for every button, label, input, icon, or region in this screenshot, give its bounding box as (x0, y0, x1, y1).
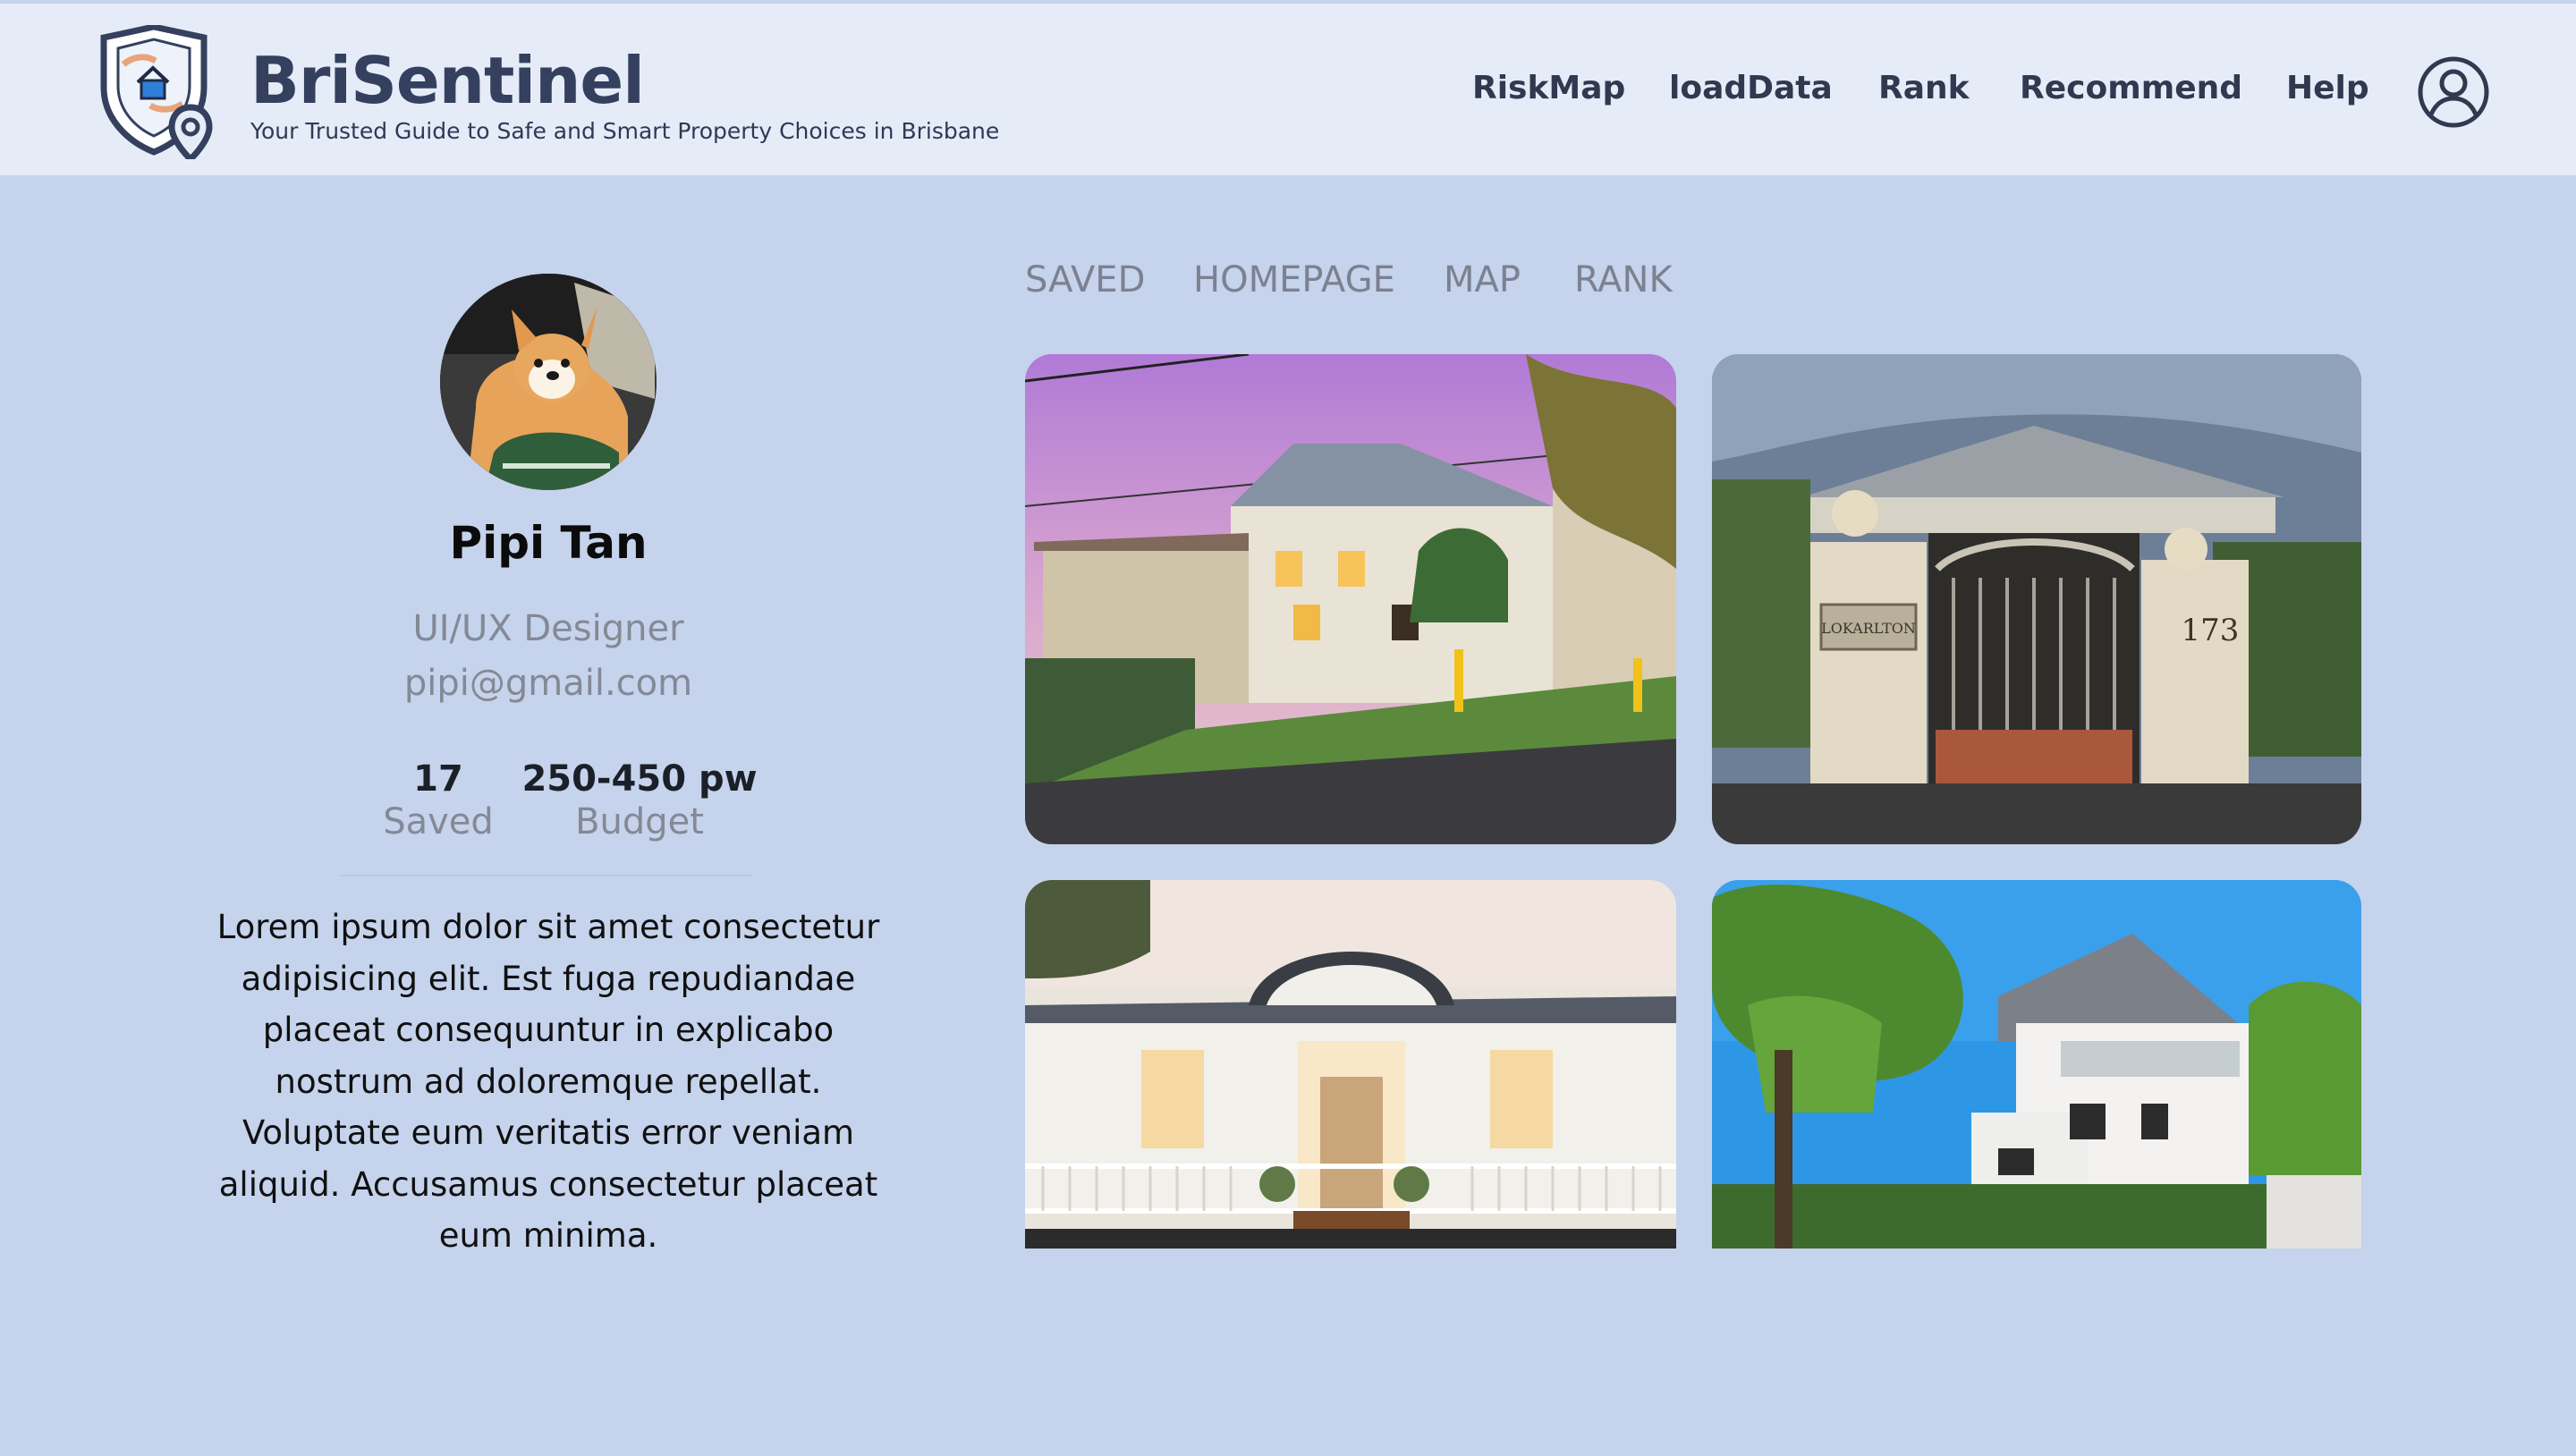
profile-divider (340, 875, 751, 876)
nav-loaddata[interactable]: loadData (1669, 70, 1833, 106)
main-nav: RiskMap loadData Rank Recommend Help (0, 70, 2576, 123)
budget-label: Budget (575, 801, 704, 842)
nav-riskmap[interactable]: RiskMap (1472, 70, 1625, 106)
profile-bio: Lorem ipsum dolor sit amet consectetur a… (216, 908, 880, 1255)
saved-count: 17 (413, 758, 463, 800)
tab-homepage[interactable]: HOMEPAGE (1193, 259, 1395, 301)
nav-help[interactable]: Help (2286, 70, 2369, 106)
house2-number-text: 173 (2182, 613, 2240, 648)
house2-sign-text: LOKARLTON (1821, 620, 1916, 637)
saved-label: Saved (383, 801, 494, 842)
profile-role: UI/UX Designer (412, 608, 684, 649)
tab-map[interactable]: MAP (1444, 259, 1521, 301)
avatar (440, 274, 657, 490)
nav-recommend[interactable]: Recommend (2020, 70, 2242, 106)
user-account-icon[interactable] (2417, 55, 2490, 129)
top-header: BriSentinel Your Trusted Guide to Safe a… (0, 4, 2576, 175)
tab-rank[interactable]: RANK (1574, 259, 1673, 301)
profile-name: Pipi Tan (449, 517, 648, 569)
nav-rank[interactable]: Rank (1878, 70, 1970, 106)
tab-saved[interactable]: SAVED (1025, 259, 1145, 301)
profile-email[interactable]: pipi@gmail.com (0, 663, 1097, 704)
property-photo-queenslander[interactable] (1025, 880, 1676, 1249)
property-photo-gated-house[interactable]: LOKARLTON 173 (1712, 354, 2361, 844)
property-photo-terrace-houses[interactable] (1025, 354, 1676, 844)
property-photo-modern-house[interactable] (1712, 880, 2361, 1249)
budget-value: 250-450 pw (521, 758, 758, 800)
